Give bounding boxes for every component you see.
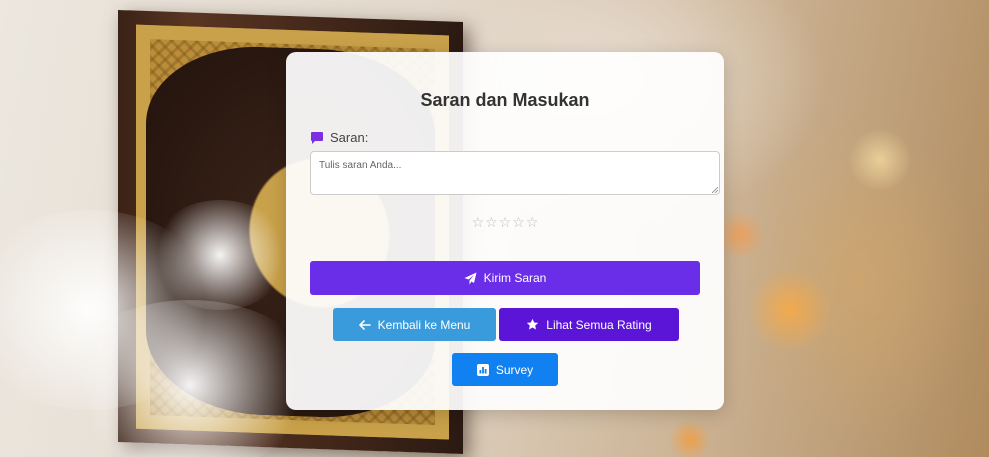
saran-label-row: Saran: — [310, 130, 368, 145]
star-3[interactable]: ☆ — [499, 216, 512, 230]
star-4[interactable]: ☆ — [512, 216, 525, 230]
page: Saran dan Masukan Saran: ☆ ☆ ☆ ☆ ☆ Kirim… — [0, 0, 989, 457]
arrow-left-icon — [358, 319, 371, 330]
saran-label: Saran: — [330, 130, 369, 145]
saran-textarea[interactable] — [310, 151, 720, 195]
paper-plane-icon — [464, 272, 477, 284]
cloud-decoration — [150, 200, 290, 310]
star-rating[interactable]: ☆ ☆ ☆ ☆ ☆ — [286, 216, 724, 230]
lihat-semua-rating-button[interactable]: Lihat Semua Rating — [499, 308, 679, 341]
survey-button[interactable]: Survey — [452, 353, 558, 386]
kirim-saran-button[interactable]: Kirim Saran — [310, 261, 700, 295]
cloud-decoration — [60, 300, 320, 457]
kembali-ke-menu-label: Kembali ke Menu — [377, 317, 471, 332]
kirim-saran-label: Kirim Saran — [483, 271, 547, 285]
lihat-semua-rating-label: Lihat Semua Rating — [546, 317, 652, 332]
feedback-card: Saran dan Masukan Saran: ☆ ☆ ☆ ☆ ☆ Kirim… — [286, 52, 724, 410]
comment-icon — [311, 131, 323, 144]
star-5[interactable]: ☆ — [526, 216, 539, 230]
chart-icon — [476, 363, 489, 376]
page-title: Saran dan Masukan — [420, 90, 590, 110]
star-icon — [527, 318, 539, 330]
resize-handle-icon[interactable] — [712, 187, 718, 193]
kembali-ke-menu-button[interactable]: Kembali ke Menu — [333, 308, 496, 341]
star-2[interactable]: ☆ — [485, 216, 498, 230]
survey-label: Survey — [495, 362, 534, 377]
star-1[interactable]: ☆ — [472, 216, 485, 230]
